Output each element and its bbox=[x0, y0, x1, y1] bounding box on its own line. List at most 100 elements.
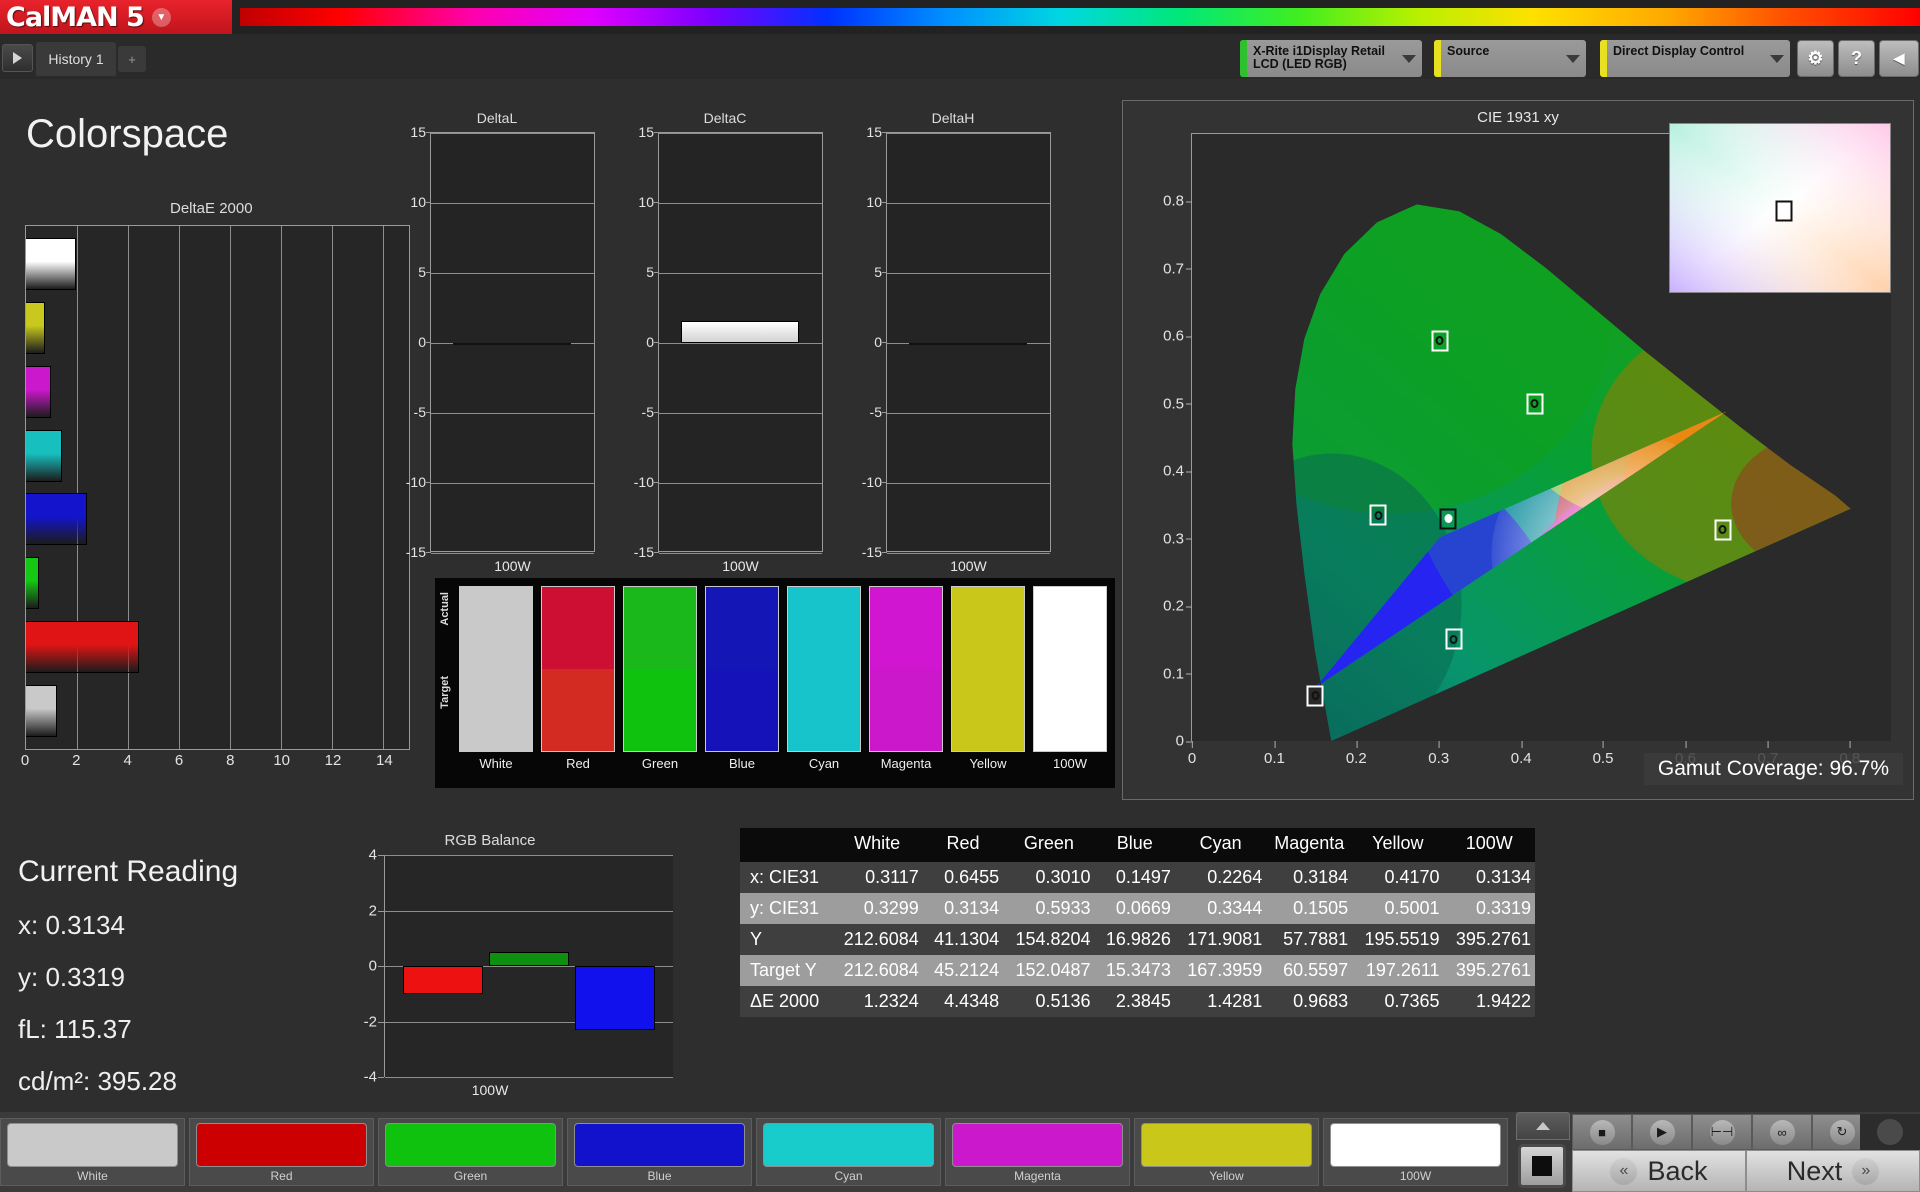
display-control-dropdown[interactable]: Direct Display Control bbox=[1600, 40, 1790, 77]
deltal-ytick-10: 10 bbox=[392, 194, 426, 210]
tab-history-1[interactable]: History 1 bbox=[36, 42, 116, 76]
delta-e-xtick-2: 2 bbox=[72, 752, 80, 769]
pattern-button-100w[interactable]: 100W bbox=[1323, 1118, 1508, 1186]
pattern-button-magenta[interactable]: Magenta bbox=[945, 1118, 1130, 1186]
refresh-icon: ↻ bbox=[1830, 1120, 1855, 1145]
delta-e-x-axis: 02468101214 bbox=[25, 752, 410, 774]
table-row: y: CIE310.32990.31340.59330.06690.33440.… bbox=[740, 893, 1535, 924]
cie-xtick-0.5: 0.5 bbox=[1593, 741, 1614, 767]
tab-history-1-label: History 1 bbox=[48, 51, 103, 67]
chevron-down-icon[interactable] bbox=[1396, 40, 1422, 77]
chevron-down-icon[interactable] bbox=[1764, 40, 1790, 77]
swatch-target bbox=[542, 669, 614, 751]
table-cell: 167.3959 bbox=[1175, 955, 1266, 986]
tick-mark bbox=[654, 132, 659, 133]
gridline bbox=[385, 855, 673, 856]
swatch-column-red bbox=[541, 586, 615, 752]
deltal-xlabel: 100W bbox=[430, 558, 595, 574]
session-play-button[interactable] bbox=[2, 44, 33, 72]
tick-mark bbox=[426, 412, 431, 413]
table-row: x: CIE310.31170.64550.30100.14970.22640.… bbox=[740, 862, 1535, 893]
table-cell: 0.5136 bbox=[1003, 986, 1094, 1017]
deltal-ytick--5: -5 bbox=[392, 404, 426, 420]
brand-dropdown-icon[interactable]: ▼ bbox=[152, 8, 171, 27]
transport-button-3[interactable]: ∞ bbox=[1752, 1114, 1812, 1150]
pattern-chip bbox=[763, 1123, 934, 1167]
swatch-actual bbox=[952, 587, 1024, 669]
stop-measurement-button[interactable] bbox=[1518, 1144, 1566, 1188]
table-cell: 1.9422 bbox=[1444, 986, 1535, 1017]
cie-ytick-0.3: 0.3 bbox=[1163, 530, 1192, 547]
table-cell: 0.3344 bbox=[1175, 893, 1266, 924]
delta-e-chart bbox=[25, 225, 410, 750]
cie-xtick-0.2: 0.2 bbox=[1346, 741, 1367, 767]
table-col-header-red: Red bbox=[923, 828, 1003, 862]
swatch-target bbox=[952, 669, 1024, 751]
table-cell: 16.9826 bbox=[1095, 924, 1175, 955]
transport-button-1[interactable]: ▶ bbox=[1632, 1114, 1692, 1150]
table-col-header-cyan: Cyan bbox=[1175, 828, 1266, 862]
gamut-coverage-badge: Gamut Coverage: 96.7% bbox=[1644, 753, 1903, 785]
current-reading-title: Current Reading bbox=[18, 855, 238, 889]
stop-icon: ■ bbox=[1590, 1120, 1615, 1145]
settings-button[interactable]: ⚙ bbox=[1797, 40, 1834, 77]
chevron-double-left-icon: « bbox=[1610, 1158, 1637, 1185]
source-select-dropdown[interactable]: Source bbox=[1434, 40, 1586, 77]
gridline bbox=[659, 553, 822, 554]
collapse-panel-button[interactable]: ◀ bbox=[1879, 40, 1919, 77]
table-cell: 0.3299 bbox=[831, 893, 922, 924]
cie-marker-blue bbox=[1307, 685, 1324, 706]
delta-e-xtick-4: 4 bbox=[123, 752, 131, 769]
swatch-label-red: Red bbox=[541, 756, 615, 771]
add-history-tab-button[interactable]: + bbox=[118, 46, 146, 72]
gridline bbox=[887, 203, 1050, 204]
table-cell: 41.1304 bbox=[923, 924, 1003, 955]
pattern-chip bbox=[7, 1123, 178, 1167]
cie-chart-panel: CIE 1931 xy bbox=[1122, 100, 1914, 800]
pattern-button-red[interactable]: Red bbox=[189, 1118, 374, 1186]
next-button[interactable]: Next » bbox=[1746, 1150, 1920, 1192]
pattern-button-green[interactable]: Green bbox=[378, 1118, 563, 1186]
swatch-actual bbox=[706, 587, 778, 669]
tick-mark bbox=[654, 552, 659, 553]
delta-e-xtick-6: 6 bbox=[175, 752, 183, 769]
deltac-ytick-0: 0 bbox=[620, 334, 654, 350]
tick-mark bbox=[378, 1022, 384, 1023]
table-cell: 57.7881 bbox=[1266, 924, 1352, 955]
pattern-button-white[interactable]: White bbox=[0, 1118, 185, 1186]
help-button[interactable]: ? bbox=[1838, 40, 1875, 77]
calman-logo[interactable]: CalMAN 5 ▼ bbox=[0, 0, 232, 34]
tick-mark bbox=[426, 132, 431, 133]
source-select-label: Source bbox=[1441, 40, 1560, 77]
cie-inset-white-marker bbox=[1776, 201, 1793, 222]
swatch-row-label-actual: Actual bbox=[439, 592, 451, 626]
table-cell: 1.2324 bbox=[831, 986, 922, 1017]
delta-e-bar-white bbox=[26, 685, 57, 737]
pattern-button-blue[interactable]: Blue bbox=[567, 1118, 752, 1186]
play-icon bbox=[13, 52, 22, 64]
marker-dot-icon bbox=[1374, 511, 1382, 520]
transport-status-indicator bbox=[1860, 1114, 1920, 1150]
meter-select-dropdown[interactable]: X-Rite i1Display Retail LCD (LED RGB) bbox=[1240, 40, 1422, 77]
gridline bbox=[887, 553, 1050, 554]
expand-transport-button[interactable] bbox=[1516, 1112, 1570, 1140]
transport-button-2[interactable]: ⊢⊣ bbox=[1692, 1114, 1752, 1150]
rgb-balance-bar-green bbox=[489, 952, 569, 966]
pattern-button-yellow[interactable]: Yellow bbox=[1134, 1118, 1319, 1186]
rgb-balance-chart bbox=[385, 855, 673, 1077]
transport-button-0[interactable]: ■ bbox=[1572, 1114, 1632, 1150]
table-body: x: CIE310.31170.64550.30100.14970.22640.… bbox=[740, 862, 1535, 1017]
swatch-column-yellow bbox=[951, 586, 1025, 752]
pattern-label: Red bbox=[270, 1169, 292, 1183]
gridline bbox=[887, 413, 1050, 414]
tick-mark bbox=[654, 482, 659, 483]
rgb-balance-x-label: 100W bbox=[472, 1082, 509, 1098]
table-cell: 60.5597 bbox=[1266, 955, 1352, 986]
table-col-header-100w: 100W bbox=[1444, 828, 1535, 862]
chevron-down-icon[interactable] bbox=[1560, 40, 1586, 77]
pattern-button-cyan[interactable]: Cyan bbox=[756, 1118, 941, 1186]
marker-dot-icon bbox=[1531, 399, 1539, 408]
pattern-label: Magenta bbox=[1014, 1169, 1061, 1183]
back-button[interactable]: « Back bbox=[1572, 1150, 1746, 1192]
gear-icon: ⚙ bbox=[1807, 48, 1823, 69]
